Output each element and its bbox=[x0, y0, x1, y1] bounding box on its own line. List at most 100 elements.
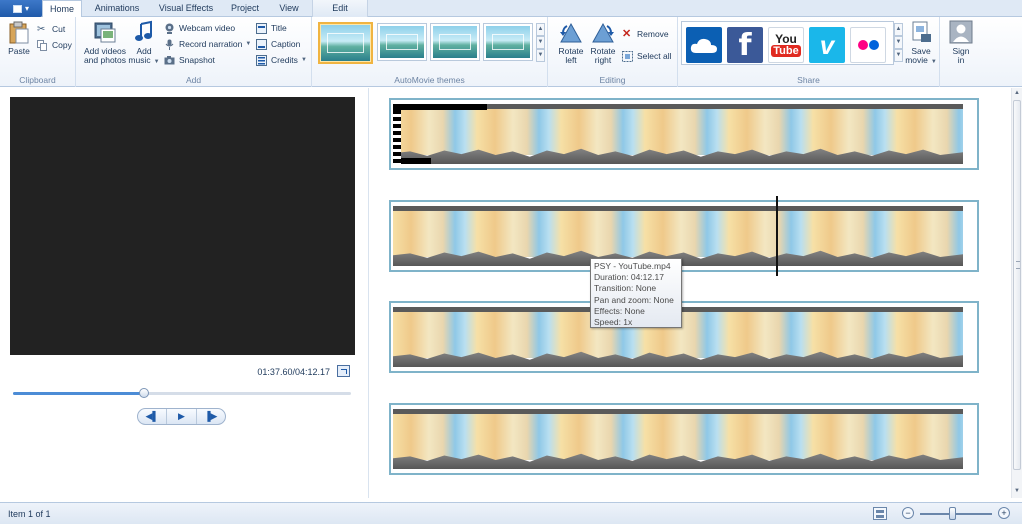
scroll-down-button[interactable]: ▼ bbox=[1012, 486, 1022, 496]
gallery-scroll-down-button[interactable]: ▼ bbox=[536, 36, 545, 49]
record-narration-button[interactable]: Record narration ▼ bbox=[164, 37, 251, 51]
title-button[interactable]: Title bbox=[256, 21, 287, 35]
share-gallery: f You Tube v bbox=[681, 21, 894, 65]
save-movie-icon bbox=[912, 21, 931, 42]
tooltip-effects: Effects: None bbox=[594, 305, 645, 316]
webcam-video-button[interactable]: Webcam video bbox=[164, 21, 235, 35]
tab-home[interactable]: Home bbox=[42, 0, 82, 18]
paste-label: Paste bbox=[8, 46, 30, 56]
playhead[interactable] bbox=[776, 196, 778, 276]
scrollbar-grip bbox=[1016, 261, 1020, 269]
rotate-right-icon bbox=[592, 22, 614, 43]
share-scroll-up-button[interactable]: ▲ bbox=[894, 23, 903, 36]
popout-preview-button[interactable] bbox=[337, 365, 350, 377]
zoom-out-button[interactable]: − bbox=[902, 507, 914, 519]
add-group-label: Add bbox=[185, 75, 202, 85]
status-bar: Item 1 of 1 − + bbox=[0, 502, 1022, 524]
next-frame-button[interactable]: ▐▶ bbox=[197, 409, 225, 424]
snapshot-button[interactable]: Snapshot bbox=[164, 53, 215, 67]
video-frames bbox=[393, 414, 963, 460]
title-icon bbox=[256, 22, 267, 34]
tab-visual-effects[interactable]: Visual Effects bbox=[152, 0, 220, 17]
timeline-clip-row[interactable] bbox=[389, 301, 979, 373]
flickr-pink-dot bbox=[857, 40, 868, 50]
webcam-icon bbox=[165, 23, 174, 34]
storyboard-view-icon[interactable] bbox=[873, 507, 887, 520]
save-movie-label-2: movie ▼ bbox=[905, 56, 937, 67]
sign-in-group: Sign in bbox=[940, 17, 982, 87]
save-movie-button[interactable]: Save movie ▼ bbox=[905, 20, 937, 67]
zoom-slider-thumb[interactable] bbox=[949, 507, 957, 520]
theme-thumbnail[interactable] bbox=[377, 23, 427, 61]
camera-icon bbox=[164, 55, 175, 64]
tab-edit[interactable]: Edit bbox=[312, 0, 368, 17]
tab-animations[interactable]: Animations bbox=[86, 0, 148, 17]
record-narration-label: Record narration bbox=[179, 39, 243, 49]
add-music-button[interactable]: Add music ▼ bbox=[128, 20, 160, 67]
copy-button[interactable]: Copy bbox=[37, 38, 72, 52]
remove-button[interactable]: ✕ Remove bbox=[622, 27, 669, 41]
paste-button[interactable]: Paste bbox=[4, 20, 34, 56]
zoom-in-button[interactable]: + bbox=[998, 507, 1010, 519]
share-expand-button[interactable]: ▼ bbox=[894, 49, 903, 62]
expand-icon: ▼ bbox=[537, 52, 544, 58]
storyboard bbox=[370, 88, 1010, 498]
seek-thumb[interactable] bbox=[138, 388, 149, 398]
onedrive-icon[interactable] bbox=[686, 27, 722, 63]
tab-project[interactable]: Project bbox=[224, 0, 266, 17]
gallery-scroll-up-button[interactable]: ▲ bbox=[536, 23, 545, 36]
youtube-text-you: You bbox=[775, 32, 797, 46]
editing-group: Rotate left Rotate right ✕ Remove Select… bbox=[548, 17, 678, 87]
scrollbar-thumb[interactable] bbox=[1013, 100, 1021, 470]
flickr-icon[interactable] bbox=[850, 27, 886, 63]
facebook-icon[interactable]: f bbox=[727, 27, 763, 63]
add-videos-label-2: and photos bbox=[83, 55, 127, 65]
timeline-clip-row[interactable] bbox=[389, 403, 979, 475]
clip-start-bar bbox=[393, 104, 487, 110]
video-preview[interactable] bbox=[10, 97, 355, 355]
remove-x-icon: ✕ bbox=[622, 27, 632, 40]
credits-button[interactable]: Credits ▼ bbox=[256, 53, 307, 67]
theme-thumbnail[interactable] bbox=[430, 23, 480, 61]
sign-in-label-2: in bbox=[957, 55, 965, 65]
remove-label: Remove bbox=[637, 29, 669, 39]
application-menu-button[interactable]: ▾ bbox=[0, 0, 42, 17]
storyboard-scrollbar[interactable]: ▲ ▼ bbox=[1011, 88, 1022, 498]
clip-start-footer bbox=[401, 158, 431, 164]
play-button[interactable]: ▶ bbox=[167, 409, 197, 424]
tooltip-transition: Transition: None bbox=[594, 283, 657, 294]
scroll-up-button[interactable]: ▲ bbox=[1012, 88, 1022, 98]
vimeo-icon[interactable]: v bbox=[809, 27, 845, 63]
gallery-expand-button[interactable]: ▼ bbox=[536, 49, 545, 62]
clip-start-marker bbox=[393, 104, 487, 164]
tooltip-pan-zoom: Pan and zoom: None bbox=[594, 294, 674, 305]
tab-view[interactable]: View bbox=[270, 0, 308, 17]
theme-thumbnail[interactable] bbox=[483, 23, 533, 61]
sign-in-button[interactable]: Sign in bbox=[948, 20, 974, 65]
add-videos-and-photos-button[interactable]: Add videos and photos bbox=[81, 20, 129, 65]
timeline-clip-row[interactable] bbox=[389, 200, 979, 272]
plus-icon: + bbox=[1001, 508, 1007, 518]
microphone-icon bbox=[165, 39, 174, 50]
rotate-left-icon bbox=[560, 22, 582, 43]
share-scroll-down-button[interactable]: ▼ bbox=[894, 36, 903, 49]
caption-button[interactable]: Caption bbox=[256, 37, 300, 51]
timeline-clip-row[interactable] bbox=[389, 98, 979, 170]
chevron-down-icon: ▼ bbox=[930, 59, 937, 65]
rotate-right-button[interactable]: Rotate right bbox=[586, 20, 620, 65]
seek-bar[interactable] bbox=[13, 388, 351, 398]
youtube-icon[interactable]: You Tube bbox=[768, 27, 804, 63]
select-all-button[interactable]: Select all bbox=[622, 49, 672, 63]
automovie-themes-label: AutoMovie themes bbox=[394, 75, 465, 85]
film-perforations bbox=[393, 110, 401, 164]
caption-label: Caption bbox=[271, 39, 301, 49]
next-frame-icon: ▐▶ bbox=[204, 411, 218, 421]
flickr-blue-dot bbox=[868, 40, 879, 50]
timecode: 01:37.60/04:12.17 bbox=[257, 367, 330, 377]
save-movie-label-text: movie bbox=[905, 55, 928, 65]
scissors-icon: ✂ bbox=[37, 23, 46, 35]
rotate-left-button[interactable]: Rotate left bbox=[554, 20, 588, 65]
previous-frame-button[interactable]: ◀▌ bbox=[138, 409, 168, 424]
theme-thumbnail[interactable] bbox=[318, 22, 373, 64]
cut-button[interactable]: ✂ Cut bbox=[37, 22, 65, 36]
